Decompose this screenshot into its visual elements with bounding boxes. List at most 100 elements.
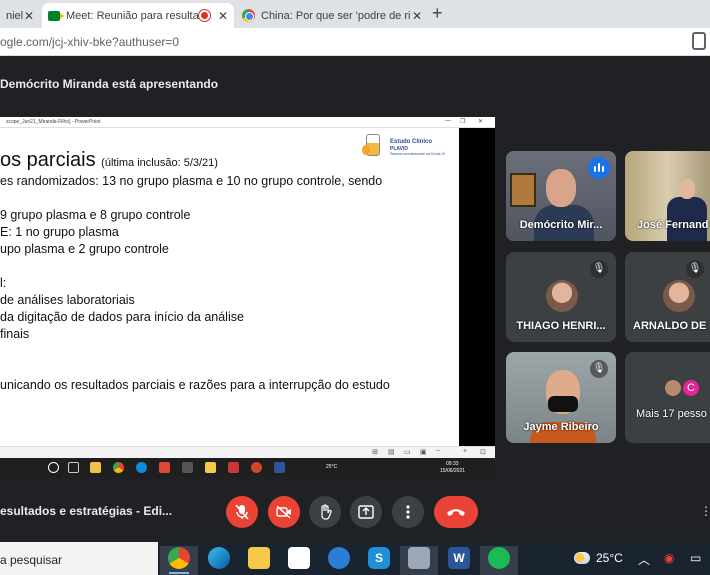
chevron-up-icon[interactable]: ︿ (638, 551, 650, 568)
app-icon (182, 462, 193, 473)
present-button[interactable] (350, 496, 382, 528)
more-icon (406, 505, 410, 519)
tab-niel[interactable]: niel ✕ (0, 3, 40, 28)
plavid-logo: Estudo Clínico PLAVID Plasma convalescen… (362, 131, 457, 167)
spotify-taskbar-icon[interactable] (488, 547, 510, 569)
store-icon (90, 462, 101, 473)
slide-line: da digitação de dados para início da aná… (0, 310, 244, 324)
raise-hand-icon (321, 504, 332, 520)
brave-icon (159, 462, 170, 473)
slide-line: finais (0, 327, 30, 341)
raise-hand-button[interactable] (309, 496, 341, 528)
speaking-indicator-icon (588, 157, 610, 179)
avatar: C (681, 378, 701, 398)
slide: Estudo Clínico PLAVID Plasma convalescen… (0, 128, 459, 464)
slide-line: l: (0, 276, 7, 290)
file-explorer-icon[interactable] (248, 547, 270, 569)
task-view-icon (68, 462, 79, 473)
chrome-taskbar-icon[interactable] (168, 547, 190, 569)
tab-meet[interactable]: Meet: Reunião para resultad ✕ (42, 3, 234, 28)
folder-icon (205, 462, 216, 473)
slide-line: 9 grupo plasma e 8 grupo controle (0, 208, 191, 222)
participant-tile-democrito[interactable]: Demócrito Mir... (506, 151, 616, 241)
recording-icon (199, 10, 210, 21)
mic-toggle-button[interactable] (226, 496, 258, 528)
participant-tile-jayme[interactable]: 🎙 Jayme Ribeiro (506, 352, 616, 443)
address-bar[interactable]: ogle.com/jcj-xhiv-bke?authuser=0 (0, 28, 710, 56)
ppt-statusbar: ⊞ ▤ ▭ ▣ − + ⊡ (0, 446, 495, 458)
close-icon[interactable]: ✕ (24, 9, 34, 23)
participant-tile-more[interactable]: C Mais 17 pesso (625, 352, 710, 443)
zoom-in-icon: + (463, 448, 468, 455)
slide-sorter-icon: ▤ (388, 449, 395, 456)
chrome-icon (113, 462, 124, 473)
slide-margin (459, 128, 495, 464)
present-icon (358, 505, 374, 519)
network-icon[interactable]: ◉ (664, 551, 674, 565)
maximize-icon: ❐ (460, 119, 466, 125)
avatar (663, 378, 683, 398)
window-titlebar: scope_Jun21_Miranda-Filho] - PowerPoint … (0, 117, 495, 128)
slide-subtitle: (última inclusão: 5/3/21) (101, 157, 218, 169)
zoom-out-icon: − (436, 448, 441, 455)
meeting-title: esultados e estratégias - Edi... (0, 504, 173, 518)
edge-icon (136, 462, 147, 473)
close-icon[interactable]: ✕ (218, 9, 228, 23)
slide-line: upo plasma e 2 grupo controle (0, 242, 169, 256)
presenter-taskbar: 25°C 09:33 15/06/2021 (0, 458, 495, 477)
close-icon: ✕ (478, 119, 484, 125)
more-options-button[interactable] (392, 496, 424, 528)
store-taskbar-icon[interactable] (288, 547, 310, 569)
windows-search-box[interactable]: a pesquisar (0, 542, 158, 575)
chrome-icon (242, 9, 255, 22)
browser-tabstrip: niel ✕ Meet: Reunião para resultad ✕ Chi… (0, 0, 710, 28)
skype-taskbar-icon[interactable]: S (368, 547, 390, 569)
details-icon[interactable]: ⋮ (700, 504, 710, 520)
participant-name: ARNALDO DE (633, 320, 707, 332)
participant-name: Jayme Ribeiro (523, 421, 599, 433)
mic-off-icon: 🎙 (590, 360, 608, 378)
mic-off-icon: 🎙 (686, 260, 704, 278)
reading-view-icon: ▭ (404, 449, 411, 456)
fit-icon: ⊡ (480, 449, 486, 456)
edge-taskbar-icon[interactable] (208, 547, 230, 569)
avatar (663, 280, 695, 312)
drop-icon (362, 145, 370, 155)
search-icon (48, 462, 59, 473)
word-taskbar-icon[interactable]: W (448, 547, 470, 569)
participant-tile-thiago[interactable]: 🎙 THIAGO HENRI... (506, 252, 616, 342)
participant-name: José Fernand (637, 219, 709, 231)
weather-icon (574, 552, 590, 564)
normal-view-icon: ⊞ (372, 449, 378, 456)
avatar (546, 280, 578, 312)
presented-window: scope_Jun21_Miranda-Filho] - PowerPoint … (0, 117, 495, 477)
bookmark-icon[interactable] (692, 32, 706, 50)
camera-off-icon (276, 506, 291, 518)
mic-off-icon (235, 504, 249, 520)
slide-line: es randomizados: 13 no grupo plasma e 10… (0, 174, 383, 188)
weather-widget[interactable]: 25°C (574, 551, 623, 565)
pdf-icon (228, 462, 239, 473)
battery-icon[interactable]: ▭ (690, 551, 701, 565)
participant-name: Demócrito Mir... (519, 219, 603, 231)
screen: niel ✕ Meet: Reunião para resultad ✕ Chi… (0, 0, 710, 575)
participant-name: THIAGO HENRI... (516, 320, 606, 332)
slide-title: os parciais (última inclusão: 5/3/21) (0, 149, 218, 171)
minimize-icon: — (445, 118, 451, 124)
slide-line: de análises laboratoriais (0, 293, 135, 307)
camera-toggle-button[interactable] (268, 496, 300, 528)
close-icon[interactable]: ✕ (412, 9, 422, 23)
slide-line: unicando os resultados parciais e razões… (0, 378, 390, 392)
safari-taskbar-icon[interactable] (328, 547, 350, 569)
paint-taskbar-icon[interactable] (408, 547, 430, 569)
meet-icon (48, 10, 64, 21)
presenter-banner: Demócrito Miranda está apresentando (0, 77, 219, 91)
participant-tile-jose[interactable]: José Fernand (625, 151, 710, 241)
tab-china[interactable]: China: Por que ser 'podre de ricc ✕ (236, 3, 428, 28)
slideshow-icon: ▣ (420, 449, 427, 456)
new-tab-button[interactable]: + (432, 3, 443, 24)
participant-tile-arnaldo[interactable]: 🎙 ARNALDO DE (625, 252, 710, 342)
url-text[interactable]: ogle.com/jcj-xhiv-bke?authuser=0 (0, 35, 179, 49)
leave-call-button[interactable] (434, 496, 478, 528)
end-call-icon (447, 509, 465, 516)
